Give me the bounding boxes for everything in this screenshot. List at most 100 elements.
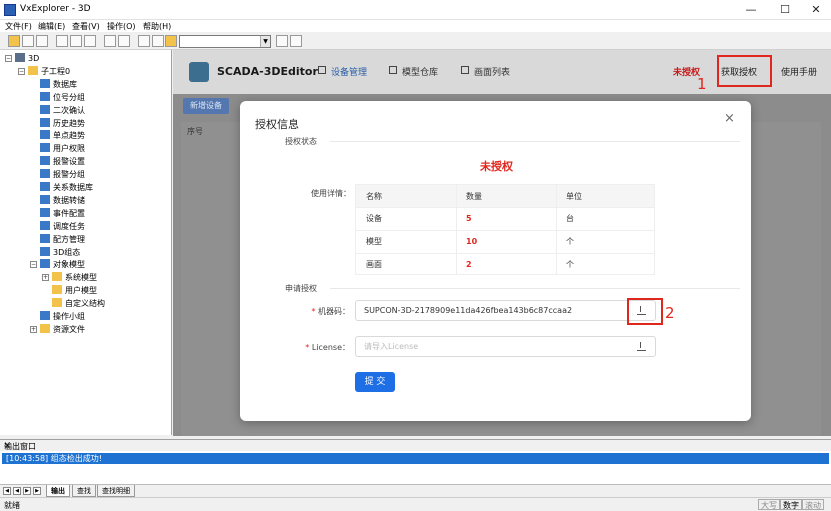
usage-detail-label: 使用详情： <box>311 189 351 198</box>
folder-icon[interactable] <box>165 35 177 47</box>
tree-node-icon <box>52 285 62 295</box>
tree-item[interactable]: 报警设置 <box>40 156 85 168</box>
close-button[interactable]: ✕ <box>800 0 831 20</box>
toolbar-combo[interactable]: ▼ <box>179 35 271 48</box>
tab-output[interactable]: 输出 <box>46 485 70 497</box>
cell-count: 10 <box>466 237 478 246</box>
menu-help[interactable]: 帮助(H) <box>143 21 171 32</box>
tree-item[interactable]: 数据转储 <box>40 194 85 207</box>
nav-device-management[interactable]: 设备管理 <box>331 65 367 78</box>
maximize-button[interactable]: ☐ <box>769 0 801 20</box>
cut-icon[interactable] <box>56 35 68 47</box>
tree-object-model[interactable]: 对象模型 <box>40 259 85 271</box>
tree-model-item[interactable]: 用户模型 <box>52 285 97 297</box>
table-row: 画面 2 个 <box>356 253 654 276</box>
tree-model-item[interactable]: 系统模型 <box>52 272 97 284</box>
auth-dialog: 授权信息 × 授权状态 未授权 使用详情： 名称 数量 单位 设备 5 台 模型… <box>240 101 751 421</box>
menu-file[interactable]: 文件(F) <box>5 21 32 32</box>
prev-tab-icon[interactable]: ◀ <box>13 487 21 495</box>
tree-node-label: 报警设置 <box>53 157 85 167</box>
manual-link[interactable]: 使用手册 <box>781 65 817 78</box>
dialog-title: 授权信息 <box>255 118 299 131</box>
table-header-unit: 单位 <box>556 185 654 208</box>
tree-item[interactable]: 用户权限 <box>40 143 85 155</box>
first-tab-icon[interactable]: ◀ <box>3 487 11 495</box>
tree-node-label: 自定义结构 <box>65 299 105 309</box>
tree-node-icon <box>40 130 50 140</box>
window-title: VxExplorer - 3D <box>20 4 91 14</box>
tree-item[interactable]: 3D组态 <box>40 246 80 259</box>
menu-edit[interactable]: 编辑(E) <box>38 21 65 32</box>
tab-find-detail[interactable]: 查找明细 <box>97 485 135 497</box>
tree-item[interactable]: 历史趋势 <box>40 117 85 130</box>
tree-project[interactable]: 子工程0 <box>28 65 70 78</box>
marker-1: 1 <box>697 75 707 93</box>
tree-item[interactable]: 二次确认 <box>40 104 85 117</box>
menu-view[interactable]: 查看(V) <box>72 21 100 32</box>
app-icon <box>4 4 16 16</box>
cell-unit: 个 <box>566 237 574 246</box>
tree-icon[interactable] <box>138 35 150 47</box>
monitor-icon[interactable] <box>152 35 164 47</box>
tree-node-icon <box>52 272 62 282</box>
redo-icon[interactable] <box>118 35 130 47</box>
output-tabbar: ◀ ◀ ▶ ▶ 输出 查找 查找明细 <box>0 484 831 497</box>
binoculars-icon[interactable] <box>276 35 288 47</box>
close-icon[interactable]: × <box>724 111 735 126</box>
tree-item[interactable]: 数据库 <box>40 78 77 91</box>
license-field[interactable]: 请导入License <box>355 336 656 357</box>
paste-icon[interactable] <box>84 35 96 47</box>
tree-expand-icon[interactable]: − <box>5 55 12 62</box>
tree-node-icon <box>40 78 50 88</box>
copy-icon[interactable] <box>70 35 82 47</box>
tree-node-icon <box>40 117 50 127</box>
nav-model-store[interactable]: 模型仓库 <box>402 65 438 78</box>
tree-expand-icon[interactable]: + <box>42 274 49 282</box>
machine-code-field[interactable]: SUPCON-3D-2178909e11da426fbea143b6c87cca… <box>355 300 656 321</box>
tree-item[interactable]: 调度任务 <box>40 220 85 233</box>
find-next-icon[interactable] <box>290 35 302 47</box>
tree-node-label: 数据转储 <box>53 195 85 205</box>
submit-button[interactable]: 提 交 <box>355 372 395 392</box>
tree-item[interactable]: 位号分组 <box>40 91 85 104</box>
next-tab-icon[interactable]: ▶ <box>23 487 31 495</box>
divider <box>330 288 740 289</box>
last-tab-icon[interactable]: ▶ <box>33 487 41 495</box>
tree-item[interactable]: 配方管理 <box>40 233 85 246</box>
output-close-icon[interactable]: × <box>4 441 11 450</box>
toolbar: ▼ <box>0 33 831 50</box>
highlight-box-1 <box>717 55 772 87</box>
tree-item[interactable]: 报警分组 <box>40 169 85 181</box>
output-line[interactable]: [10:43:58] 组态检出成功! <box>2 453 829 464</box>
save-icon[interactable] <box>36 35 48 47</box>
undo-icon[interactable] <box>104 35 116 47</box>
tree-item[interactable]: 单点趋势 <box>40 130 85 142</box>
tab-find[interactable]: 查找 <box>72 485 96 497</box>
chevron-down-icon[interactable]: ▼ <box>260 36 270 47</box>
device-nav-icon <box>318 66 326 74</box>
tree-model-item[interactable]: 自定义结构 <box>52 298 105 310</box>
tree-item[interactable]: 操作小组 <box>40 311 85 323</box>
scroll-indicator: 滚动 <box>802 499 824 510</box>
tree-item[interactable]: 关系数据库 <box>40 182 93 194</box>
tree-node-label: 操作小组 <box>53 312 85 321</box>
tree-root[interactable]: 3D <box>15 53 39 65</box>
tree-expand-icon[interactable]: + <box>30 325 37 333</box>
tree-node-icon <box>40 246 50 256</box>
machine-code-value: SUPCON-3D-2178909e11da426fbea143b6c87cca… <box>364 306 573 315</box>
upload-icon[interactable] <box>637 342 646 351</box>
tree-item[interactable]: 事件配置 <box>40 207 85 220</box>
nav-screen-list[interactable]: 画面列表 <box>474 65 510 78</box>
tree-expand-icon[interactable]: − <box>18 67 25 75</box>
usage-table: 名称 数量 单位 设备 5 台 模型 10 个 画面 2 个 <box>355 184 655 275</box>
new-icon[interactable] <box>8 35 20 47</box>
tree-node-label: 关系数据库 <box>53 183 93 192</box>
tree-item[interactable]: 资源文件 <box>40 323 85 336</box>
tree-expand-icon[interactable]: − <box>30 261 37 269</box>
highlight-box-2 <box>627 298 663 325</box>
minimize-button[interactable]: — <box>735 0 767 20</box>
add-device-button[interactable]: 新增设备 <box>183 98 229 114</box>
tree-node-icon <box>40 91 50 101</box>
open-icon[interactable] <box>22 35 34 47</box>
menu-operate[interactable]: 操作(O) <box>107 21 136 32</box>
